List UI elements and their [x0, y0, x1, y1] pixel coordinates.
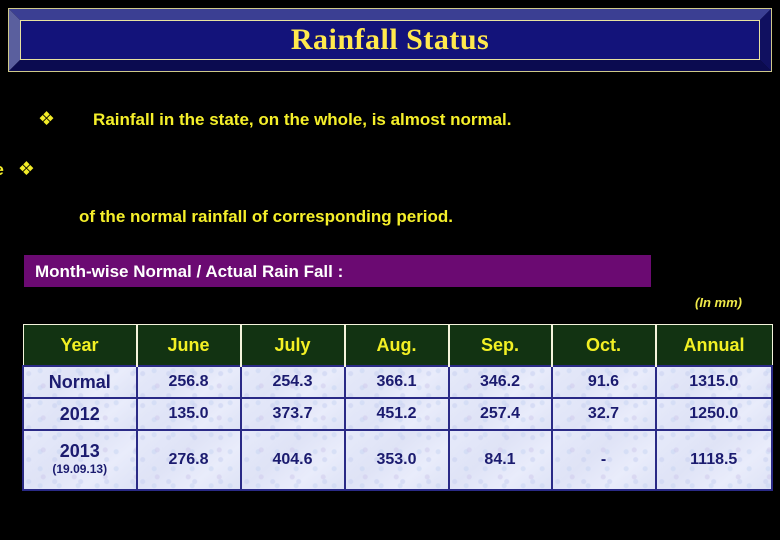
table-header-cell-july: July — [240, 324, 346, 367]
rainfall-table-body: Normal 256.8 254.3 366.1 346.2 91.6 1315.0 2012… — [22, 365, 773, 491]
table-cell: 84.1 — [447, 429, 553, 491]
table-row-label-main: 2013 — [59, 441, 100, 462]
table-header-cell-june: June — [136, 324, 242, 367]
rainfall-table-head: Year June July Aug. Sep. Oct. Annual — [22, 324, 773, 367]
title-frame-inner: Rainfall Status — [20, 20, 760, 60]
table-header-cell-annual: Annual — [655, 324, 773, 367]
table-header-cell-year: Year — [22, 324, 138, 367]
table-row: 2013 (19.09.13) 276.8 404.6 353.0 84.1-1118.5 — [22, 429, 773, 491]
table-cell: 256.8 — [135, 365, 242, 399]
table-cell: 91.6 — [550, 365, 657, 399]
table-cell: - — [550, 429, 657, 491]
bullet-item-2-continuation-label: of the normal rainfall of corresponding … — [79, 207, 454, 226]
table-header-row: Year June July Aug. Sep. Oct. Annual — [22, 324, 773, 367]
bullet-item-2: ge ❖ — [0, 160, 35, 179]
bullet-item-1-label: Rainfall in the state, on the whole, is … — [93, 110, 512, 129]
table-cell: 1250.0 — [654, 397, 773, 431]
table-cell: 404.6 — [239, 429, 346, 491]
table-row-label: 2012 — [22, 397, 138, 431]
diamond-bullet-icon: ❖ — [38, 108, 56, 130]
table-cell: 276.8 — [135, 429, 242, 491]
page-title: Rainfall Status — [290, 23, 490, 56]
table-cell: 373.7 — [239, 397, 346, 431]
table-cell: 353.0 — [343, 429, 450, 491]
table-header-cell-aug: Aug. — [344, 324, 450, 367]
table-cell: 1315.0 — [654, 365, 773, 399]
table-cell: 257.4 — [447, 397, 553, 431]
bullet-item-2-continuation: of the normal rainfall of corresponding … — [79, 208, 453, 227]
table-cell: 1118.5 — [654, 429, 773, 491]
section-banner-label: Month-wise Normal / Actual Rain Fall : — [35, 261, 344, 281]
rainfall-table: Year June July Aug. Sep. Oct. Annual Normal 256… — [22, 324, 773, 491]
bullet-item-1: ❖ Rainfall in the state, on the whole, i… — [38, 110, 512, 129]
table-row-label-sub: (19.09.13) — [52, 462, 108, 477]
table-row-label: 2013 (19.09.13) — [22, 429, 138, 491]
table-header-cell-sep: Sep. — [448, 324, 553, 367]
table-cell: 346.2 — [447, 365, 553, 399]
table-row-label: Normal — [22, 365, 138, 399]
slide-title-plaque: Rainfall Status — [8, 8, 772, 72]
table-row: Normal 256.8 254.3 366.1 346.2 91.6 1315.0 — [22, 365, 773, 399]
table-header-cell-oct: Oct. — [551, 324, 657, 367]
table-cell: 32.7 — [550, 397, 657, 431]
title-bevel-bottom — [9, 59, 771, 71]
table-cell: 135.0 — [135, 397, 242, 431]
table-row: 2012 135.0 373.7 451.2 257.4 32.7 1250.0 — [22, 397, 773, 431]
table-cell: 254.3 — [239, 365, 346, 399]
table-cell: 366.1 — [343, 365, 450, 399]
table-cell: 451.2 — [343, 397, 450, 431]
unit-note: (In mm) — [695, 295, 742, 310]
diamond-bullet-icon: ❖ — [17, 158, 35, 180]
bullet-item-2-clipped-prefix: ge — [0, 161, 4, 178]
section-banner: Month-wise Normal / Actual Rain Fall : — [24, 255, 651, 287]
